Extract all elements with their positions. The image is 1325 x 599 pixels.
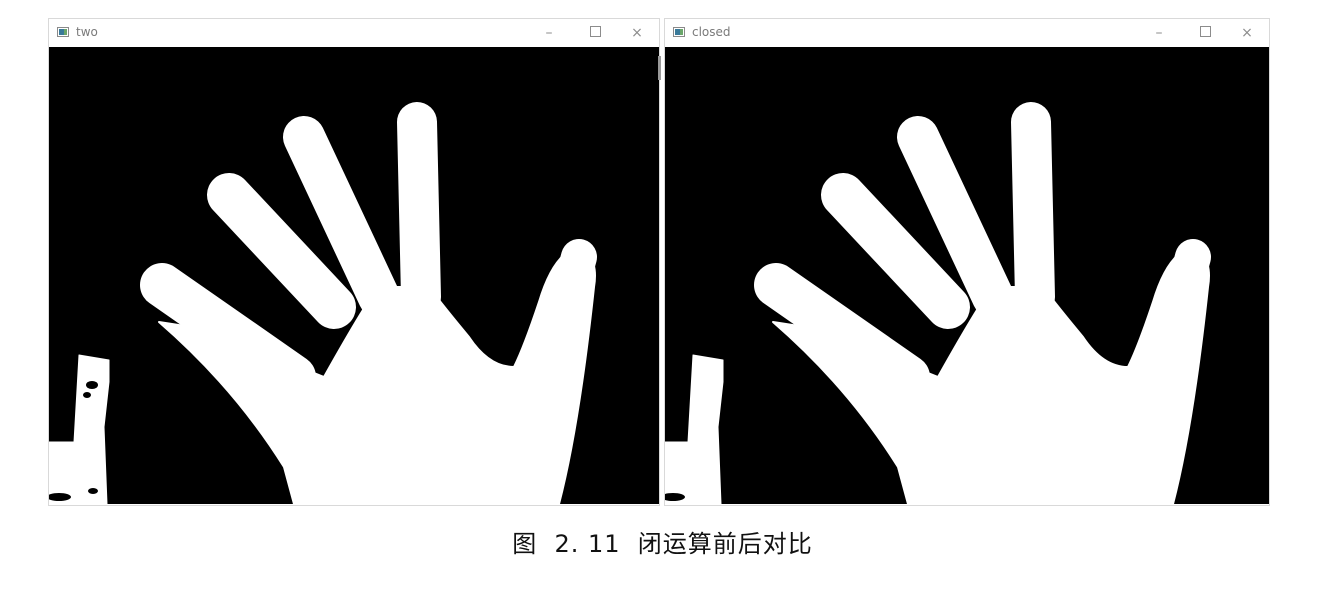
caption-text: 图 2. 11 闭运算前后对比 (512, 530, 813, 558)
binary-hand-image (49, 47, 659, 504)
app-icon (673, 27, 685, 37)
title-bar[interactable]: closed – × (665, 19, 1269, 47)
minimize-button[interactable]: – (535, 22, 563, 44)
figure-caption: 图 2. 11 闭运算前后对比 (0, 524, 1325, 559)
maximize-icon (589, 26, 601, 37)
binary-hand-image-closed (665, 47, 1269, 504)
close-button[interactable]: × (1233, 22, 1261, 44)
close-button[interactable]: × (623, 22, 651, 44)
window-title: two (76, 25, 98, 39)
window-closed[interactable]: closed – × (664, 18, 1270, 506)
minimize-button[interactable]: – (1145, 22, 1173, 44)
app-icon (57, 27, 69, 37)
window-divider (658, 56, 661, 80)
window-two[interactable]: two – × (48, 18, 660, 506)
maximize-icon (1199, 26, 1211, 37)
image-canvas (49, 47, 659, 504)
window-title: closed (692, 25, 731, 39)
title-bar[interactable]: two – × (49, 19, 659, 47)
image-canvas (665, 47, 1269, 504)
maximize-button[interactable] (581, 22, 609, 44)
maximize-button[interactable] (1191, 22, 1219, 44)
